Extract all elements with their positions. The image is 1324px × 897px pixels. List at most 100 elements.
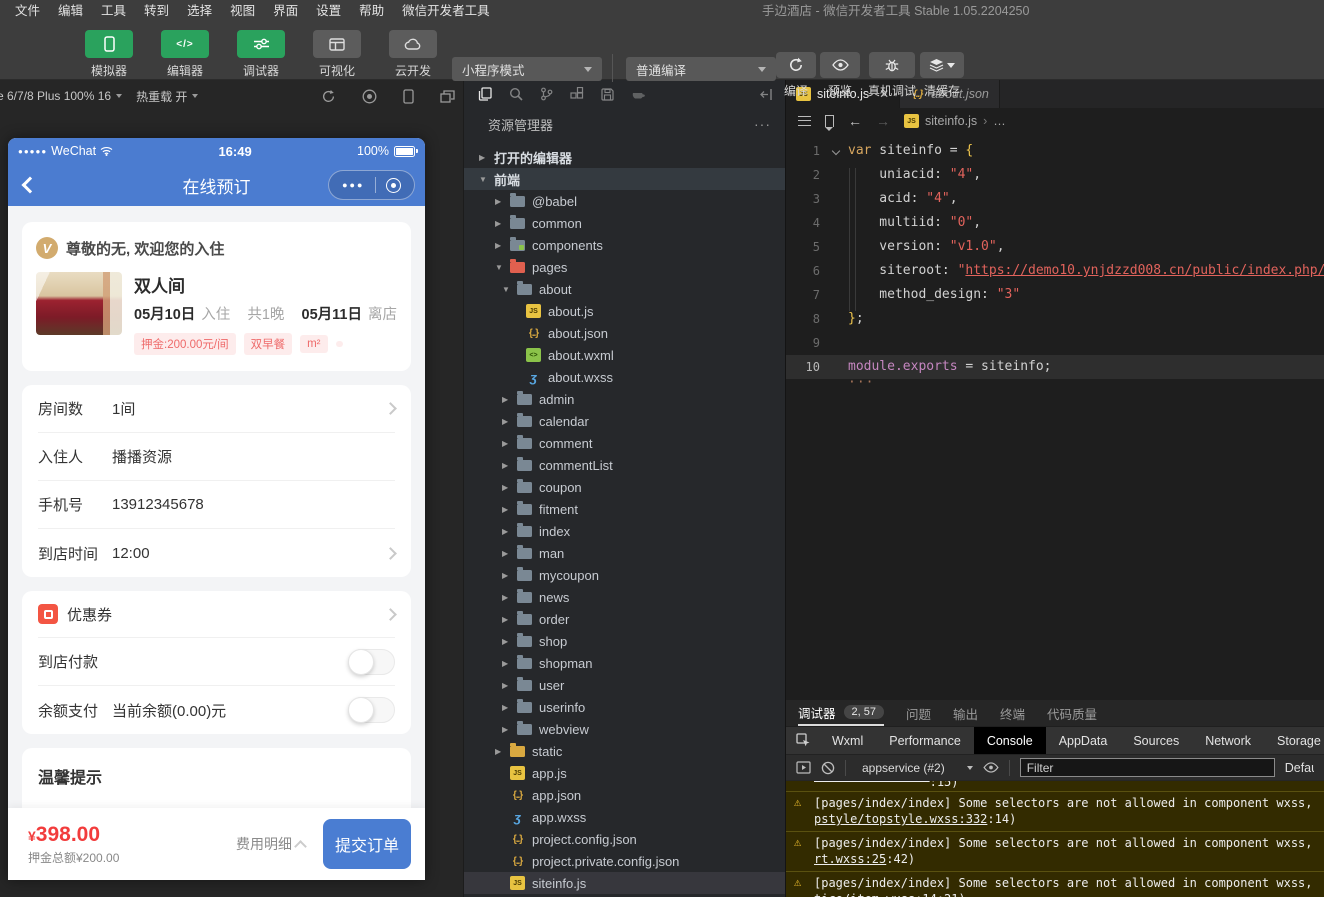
- eye-icon[interactable]: [983, 762, 999, 773]
- fee-detail-button[interactable]: 费用明细: [236, 834, 305, 854]
- tree-item-commentList[interactable]: ▶commentList: [464, 454, 785, 476]
- tree-item-about.js[interactable]: JSabout.js: [464, 300, 785, 322]
- tree-item-打开的编辑器[interactable]: ▶打开的编辑器: [464, 146, 785, 168]
- balance-pay-toggle[interactable]: [348, 697, 395, 723]
- submit-order-button[interactable]: 提交订单: [323, 819, 411, 869]
- tree-item-components[interactable]: ▶components: [464, 234, 785, 256]
- collapse-sidebar-icon[interactable]: [760, 88, 773, 101]
- code-line-8[interactable]: 8};: [786, 307, 1324, 331]
- record-icon[interactable]: [362, 89, 377, 104]
- visualize-button[interactable]: 可视化: [312, 30, 362, 79]
- editor-button[interactable]: </> 编辑器: [160, 30, 210, 79]
- clear-console-icon[interactable]: [821, 761, 835, 775]
- menu-item-选择[interactable]: 选择: [178, 0, 221, 22]
- source-link[interactable]: tice/item.wxss:14: [814, 892, 937, 897]
- device-frame-icon[interactable]: [403, 89, 414, 104]
- tree-item-前端[interactable]: ▼前端: [464, 168, 785, 190]
- devtools-tab-network[interactable]: Network: [1192, 727, 1264, 754]
- tree-item-static[interactable]: ▶static: [464, 740, 785, 762]
- filter-input[interactable]: [1020, 758, 1275, 777]
- tree-item-shop[interactable]: ▶shop: [464, 630, 785, 652]
- tree-item-admin[interactable]: ▶admin: [464, 388, 785, 410]
- menu-item-界面[interactable]: 界面: [264, 0, 307, 22]
- menu-item-转到[interactable]: 转到: [135, 0, 178, 22]
- source-link[interactable]: pstyle/topstyle.wxss:332: [814, 812, 987, 826]
- debugger-button[interactable]: 调试器: [236, 30, 286, 79]
- devtools-tab-sources[interactable]: Sources: [1120, 727, 1192, 754]
- breadcrumb-file[interactable]: JS siteinfo.js › …: [904, 114, 1006, 128]
- plugin-icon[interactable]: [631, 88, 646, 100]
- refresh-icon[interactable]: [321, 89, 336, 104]
- hot-reload-select[interactable]: 热重载 开: [136, 88, 198, 105]
- menu-item-微信开发者工具[interactable]: 微信开发者工具: [393, 0, 499, 22]
- tree-item-news[interactable]: ▶news: [464, 586, 785, 608]
- tree-item-fitment[interactable]: ▶fitment: [464, 498, 785, 520]
- log-level-select[interactable]: Default lev: [1285, 761, 1314, 775]
- exit-miniprogram-button[interactable]: [386, 178, 401, 193]
- tree-item-app.json[interactable]: {..}app.json: [464, 784, 785, 806]
- form-row-房间数[interactable]: 房间数1间: [38, 385, 395, 433]
- inspect-icon[interactable]: [796, 733, 811, 748]
- devtools-tab-storage[interactable]: Storage: [1264, 727, 1324, 754]
- menu-item-工具[interactable]: 工具: [92, 0, 135, 22]
- search-icon[interactable]: [509, 87, 523, 101]
- tab-problems[interactable]: 问题: [906, 704, 931, 723]
- tree-item-siteinfo.js[interactable]: JSsiteinfo.js: [464, 872, 785, 894]
- form-row-入住人[interactable]: 入住人播播资源: [38, 433, 395, 481]
- more-actions-button[interactable]: ···: [754, 116, 771, 132]
- outline-icon[interactable]: [798, 116, 811, 126]
- tab-debugger[interactable]: 调试器 2, 57: [798, 700, 884, 726]
- tree-item-app.js[interactable]: JSapp.js: [464, 762, 785, 784]
- tree-item-calendar[interactable]: ▶calendar: [464, 410, 785, 432]
- separate-window-icon[interactable]: [440, 90, 455, 103]
- menu-item-文件[interactable]: 文件: [6, 0, 49, 22]
- source-link[interactable]: ws/news.wxss:387: [814, 781, 930, 783]
- tab-terminal[interactable]: 终端: [1000, 704, 1025, 723]
- tree-item-index[interactable]: ▶index: [464, 520, 785, 542]
- tree-item-user[interactable]: ▶user: [464, 674, 785, 696]
- extensions-icon[interactable]: [570, 87, 584, 101]
- code-line-4[interactable]: 4 multiid: "0",: [786, 211, 1324, 235]
- more-menu-button[interactable]: ●●●: [342, 180, 364, 190]
- back-arrow-icon[interactable]: ←: [848, 113, 862, 129]
- devtools-tab-appdata[interactable]: AppData: [1046, 727, 1121, 754]
- show-sidebar-icon[interactable]: [796, 761, 811, 774]
- tree-item-project.config.json[interactable]: {..}project.config.json: [464, 828, 785, 850]
- tab-output[interactable]: 输出: [953, 704, 978, 723]
- tree-item-pages[interactable]: ▼pages: [464, 256, 785, 278]
- tree-item-@babel[interactable]: ▶@babel: [464, 190, 785, 212]
- tree-item-shopman[interactable]: ▶shopman: [464, 652, 785, 674]
- tree-item-userinfo[interactable]: ▶userinfo: [464, 696, 785, 718]
- tree-item-about.json[interactable]: {..}about.json: [464, 322, 785, 344]
- menu-item-帮助[interactable]: 帮助: [350, 0, 393, 22]
- tree-item-man[interactable]: ▶man: [464, 542, 785, 564]
- tree-item-project.private.config.json[interactable]: {..}project.private.config.json: [464, 850, 785, 872]
- remote-debug-button[interactable]: 真机调试: [868, 52, 916, 99]
- tree-item-mycoupon[interactable]: ▶mycoupon: [464, 564, 785, 586]
- menu-item-设置[interactable]: 设置: [307, 0, 350, 22]
- simulator-button[interactable]: 模拟器: [84, 30, 134, 79]
- coupon-row[interactable]: 优惠券: [38, 591, 395, 638]
- form-row-手机号[interactable]: 手机号13912345678: [38, 481, 395, 529]
- tree-item-webview[interactable]: ▶webview: [464, 718, 785, 740]
- source-link[interactable]: rt.wxss:25: [814, 852, 886, 866]
- pay-on-arrival-toggle[interactable]: [348, 649, 395, 675]
- code-line-1[interactable]: 1var siteinfo = {: [786, 139, 1324, 163]
- tree-item-about.wxss[interactable]: ʒabout.wxss: [464, 366, 785, 388]
- code-line-6[interactable]: 6 siteroot: "https://demo10.ynjdzzd008.c…: [786, 259, 1324, 283]
- code-line-3[interactable]: 3 acid: "4",: [786, 187, 1324, 211]
- tree-item-about[interactable]: ▼about: [464, 278, 785, 300]
- code-editor[interactable]: 1var siteinfo = {2 uniacid: "4",3 acid: …: [786, 134, 1324, 700]
- form-row-到店时间[interactable]: 到店时间12:00: [38, 529, 395, 577]
- cloud-dev-button[interactable]: 云开发: [388, 30, 438, 79]
- tree-item-common[interactable]: ▶common: [464, 212, 785, 234]
- preview-button[interactable]: 预览: [820, 52, 860, 99]
- source-control-icon[interactable]: [540, 87, 553, 101]
- compile-button[interactable]: 编译: [776, 52, 816, 99]
- clear-cache-button[interactable]: 清缓存: [920, 52, 964, 99]
- compile-mode-select[interactable]: 普通编译: [626, 57, 776, 81]
- context-select[interactable]: appservice (#2): [862, 761, 973, 775]
- menu-item-编辑[interactable]: 编辑: [49, 0, 92, 22]
- tab-code-quality[interactable]: 代码质量: [1047, 704, 1097, 723]
- tree-item-app.wxss[interactable]: ʒapp.wxss: [464, 806, 785, 828]
